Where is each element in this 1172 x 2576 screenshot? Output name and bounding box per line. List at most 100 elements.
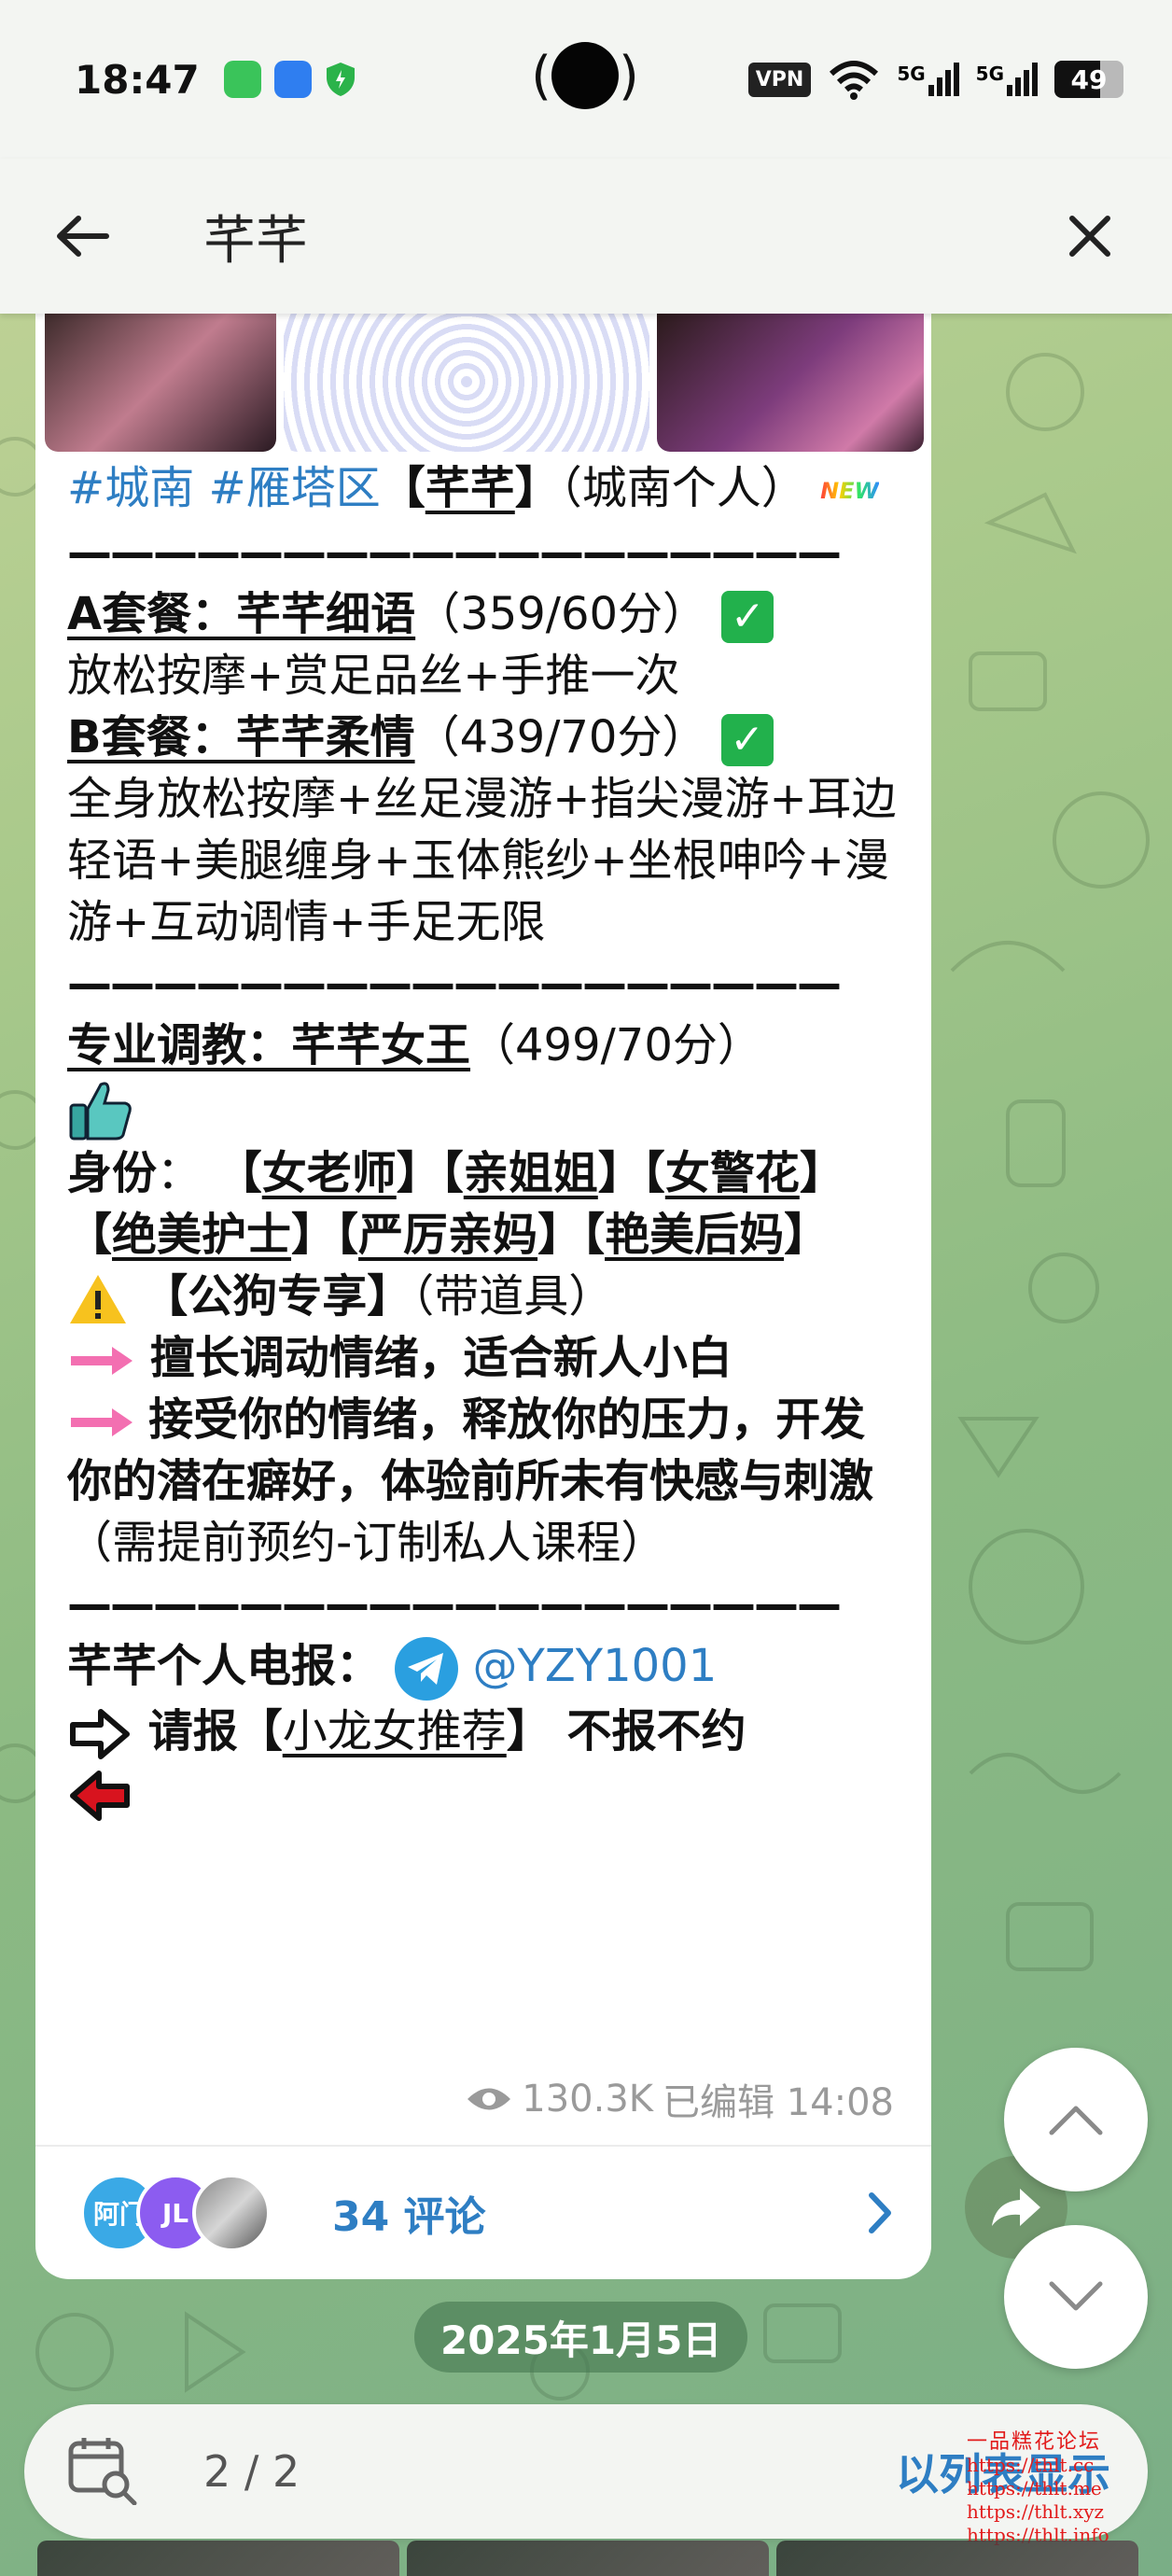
role-item: 绝美护士 [112,1209,292,1261]
car-app-icon [273,61,312,98]
feature-line: 擅长调动情绪，适合新人小白 [67,1327,898,1389]
message-meta: 130.3K 已编辑 14:08 [466,2072,894,2126]
album-photo[interactable] [284,312,649,452]
view-count: 130.3K [522,2078,653,2121]
front-camera [551,42,619,109]
watermark-url: https://thlt.xyz [967,2500,1105,2523]
report-prefix: 请报【 [147,1705,283,1757]
package-b-name: B套餐：芊芊柔情 [67,711,415,763]
post-title-line: #城南 #雁塔区【芊芊】（城南个人） NEW [67,457,898,522]
check-mark-icon: ✓ [721,591,774,643]
album-photo[interactable] [37,2541,399,2576]
chevron-up-icon [1049,2106,1103,2135]
scroll-up-button[interactable] [1004,2048,1148,2191]
identity-colon: ： [157,1147,202,1199]
signal-label-1: 5G [897,63,926,85]
role-item: 女老师 [261,1147,397,1199]
search-query[interactable]: 芊芊 [203,199,308,274]
signal-label-2: 5G [975,63,1004,85]
left-arrow-icon [70,1771,130,1821]
divider: —————————————————— [67,1578,842,1631]
message-bubble: #城南 #雁塔区【芊芊】（城南个人） NEW —————————————————… [35,299,931,2279]
telegram-line: 芊芊个人电报： @YZY1001 [67,1635,898,1701]
calendar-search-button[interactable] [67,2434,138,2509]
exclusive-line: 【公狗专享】（带道具） [67,1266,898,1327]
cellular-signal-1: 5G [897,63,959,96]
package-a-price: （359/60分） [415,588,708,640]
scroll-down-button[interactable] [1004,2225,1148,2369]
notification-icons [223,61,356,98]
exclusive-label: 【公狗专享】 [143,1270,412,1323]
arrow-left-icon [57,216,109,257]
forum-watermark: 一品糕花论坛 https://thlt.cc https://thlt.me h… [967,2430,1172,2547]
message-text: #城南 #雁塔区【芊芊】（城南个人） NEW —————————————————… [67,457,898,1824]
comments-count: 34 评论 [332,2193,486,2241]
telegram-handle-link[interactable]: @YZY1001 [473,1640,718,1692]
date-separator: 2025年1月5日 [414,2302,748,2373]
feature-text: 擅长调动情绪，适合新人小白 [149,1332,732,1384]
back-button[interactable] [45,199,119,273]
new-badge: NEW [820,478,880,504]
feature-text: 接受你的情绪，释放你的压力，开发你的潜在癖好，体验前所未有快感与刺激 [67,1393,874,1507]
divider: —————————————————— [67,526,842,579]
watermark-url: https://thlt.me [967,2477,1102,2499]
package-b-price: （439/70分） [414,711,707,763]
package-b-line: B套餐：芊芊柔情（439/70分） ✓ [67,707,898,768]
album-photo[interactable] [407,2541,769,2576]
edited-time: 已编辑 14:08 [663,2081,894,2124]
battery-icon: 49 [1054,61,1123,98]
check-mark-icon: ✓ [720,714,774,766]
next-album-preview [37,2541,1138,2576]
wifi-icon [830,61,879,100]
hashtag-link[interactable]: #雁塔区 [209,462,381,514]
commenter-avatars: 阿门 JL [80,2174,286,2252]
package-b-desc: 全身放松按摩+丝足漫游+指尖漫游+耳边轻语+美腿缠身+玉体熊纱+坐根呻吟+漫游+… [67,773,897,948]
telegram-icon [395,1637,459,1701]
identity-label: 身份 [67,1147,158,1199]
red-arrow-line [67,1762,898,1824]
battery-level: 49 [1070,63,1108,95]
close-search-button[interactable] [1053,199,1127,273]
exclusive-note: （带道具） [412,1270,614,1323]
calendar-search-icon [68,2438,137,2506]
feature-line: 接受你的情绪，释放你的压力，开发你的潜在癖好，体验前所未有快感与刺激 （需提前预约… [67,1389,898,1574]
album-photo[interactable] [657,312,924,452]
result-counter: 2 / 2 [203,2446,300,2497]
album-photo[interactable] [45,312,276,452]
pink-arrow-icon [71,1347,133,1375]
report-suffix: 】 不报不约 [506,1705,746,1757]
hashtag-link[interactable]: #城南 [67,462,194,514]
role-item: 亲姐姐 [463,1147,598,1199]
cellular-signal-2: 5G [976,63,1038,96]
identity-roles: 身份： 【女老师】【亲姐姐】【女警花】【绝美护士】【严厉亲妈】【艳美后妈】 [67,1147,844,1261]
avatar [192,2174,271,2252]
chevron-down-icon [1049,2281,1103,2311]
role-item: 艳美后妈 [605,1209,785,1261]
pink-arrow-icon [71,1408,133,1436]
post-title-suffix: （城南个人） [559,462,806,514]
report-name: 小龙女推荐 [282,1705,507,1757]
post-title: 芊芊 [425,462,515,514]
package-a-line: A套餐：芊芊细语（359/60分） ✓ [67,583,898,645]
divider: —————————————————— [67,958,842,1010]
thumbs-up-icon [69,1082,132,1141]
messages-icon [223,61,261,98]
vpn-badge: VPN [747,62,812,97]
report-line: 请报【小龙女推荐】 不报不约 [67,1701,898,1762]
album-photo[interactable] [776,2541,1138,2576]
status-time: 18:47 [75,56,200,103]
search-header: 芊芊 [0,159,1172,314]
close-icon [1069,216,1110,257]
comments-button[interactable]: 阿门 JL 34 评论 [35,2145,931,2279]
share-arrow-icon [992,2189,1040,2226]
warning-icon [70,1275,126,1323]
system-icons: VPN 5G 5G 49 [747,59,1123,100]
package-a-name: A套餐：芊芊细语 [67,588,416,640]
right-arrow-icon [70,1709,130,1759]
eye-icon [467,2088,511,2110]
pro-package-price: （499/70分） [470,1019,762,1071]
role-item: 女警花 [664,1147,800,1199]
thumbs-up-line [67,1076,898,1142]
title-bracket: 【 [380,462,426,514]
watermark-title: 一品糕花论坛 [967,2430,1102,2454]
